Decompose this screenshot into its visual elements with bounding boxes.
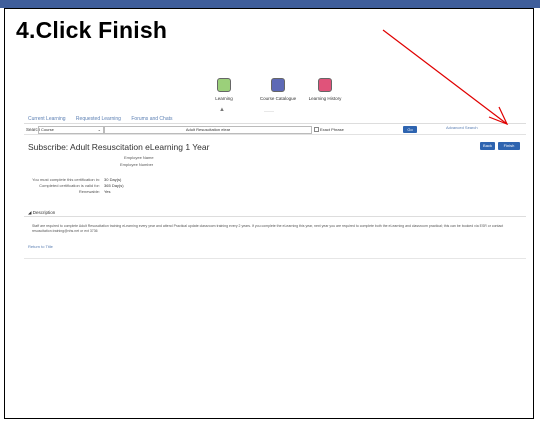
nav-learning-history[interactable]: Learning History: [295, 78, 355, 101]
nav-learning[interactable]: Learning: [194, 78, 254, 101]
nav-divider: ────: [264, 110, 274, 114]
search-divider: [24, 134, 526, 135]
description-text: Staff are required to complete Adult Res…: [32, 224, 504, 233]
finish-button[interactable]: Finish: [498, 142, 520, 150]
search-category-value: Course: [41, 127, 54, 132]
chevron-up-icon[interactable]: ▲: [219, 107, 225, 113]
bottom-divider: [24, 258, 526, 259]
renewable-value: Yes: [104, 189, 111, 194]
nav-learning-history-label: Learning History: [308, 96, 342, 101]
exact-phrase-checkbox[interactable]: Exact Phrase: [314, 127, 344, 133]
slide-top-bar: [0, 0, 540, 8]
nav-learning-label: Learning: [215, 96, 233, 101]
description-divider: [24, 216, 526, 217]
tab-bar: Current Learning Requested Learning Foru…: [28, 116, 182, 124]
search-input[interactable]: Adult Resuscitation elear: [104, 126, 312, 134]
learning-icon: [217, 78, 231, 92]
tab-requested-learning[interactable]: Requested Learning: [76, 116, 121, 122]
renewable-label: Renewable:: [78, 189, 100, 194]
chevron-down-icon: ⌄: [97, 127, 101, 132]
back-button[interactable]: Back: [480, 142, 495, 150]
complete-within-value: 30 Day(s): [104, 177, 122, 182]
advanced-search-link[interactable]: Advanced Search: [446, 125, 478, 130]
course-catalogue-icon: [271, 78, 285, 92]
complete-within-label: You must complete this certification in:: [32, 177, 100, 182]
employee-number-label: Employee Number: [120, 162, 154, 167]
return-to-title-link[interactable]: Return to Title: [28, 244, 53, 249]
learning-history-icon: [318, 78, 332, 92]
employee-name-label: Employee Name: [124, 155, 154, 160]
exact-phrase-label: Exact Phrase: [320, 127, 344, 132]
description-heading-text: Description: [32, 210, 56, 215]
course-title: Subscribe: Adult Resuscitation eLearning…: [28, 142, 210, 152]
search-category-select[interactable]: Course ⌄: [38, 126, 104, 134]
slide-title: 4.Click Finish: [16, 17, 168, 43]
tab-divider: [24, 123, 526, 124]
go-button[interactable]: Go: [403, 126, 417, 133]
valid-for-label: Completed certification is valid for:: [39, 183, 100, 188]
checkbox-icon: [314, 127, 319, 133]
tab-forums-and-chats[interactable]: Forums and Chats: [131, 116, 172, 122]
search-row: Search Course ⌄ Adult Resuscitation elea…: [24, 125, 526, 134]
embedded-screenshot: Learning Course Catalogue Learning Histo…: [24, 72, 526, 262]
valid-for-value: 365 Day(s): [104, 183, 124, 188]
top-navigation: Learning Course Catalogue Learning Histo…: [24, 74, 526, 114]
